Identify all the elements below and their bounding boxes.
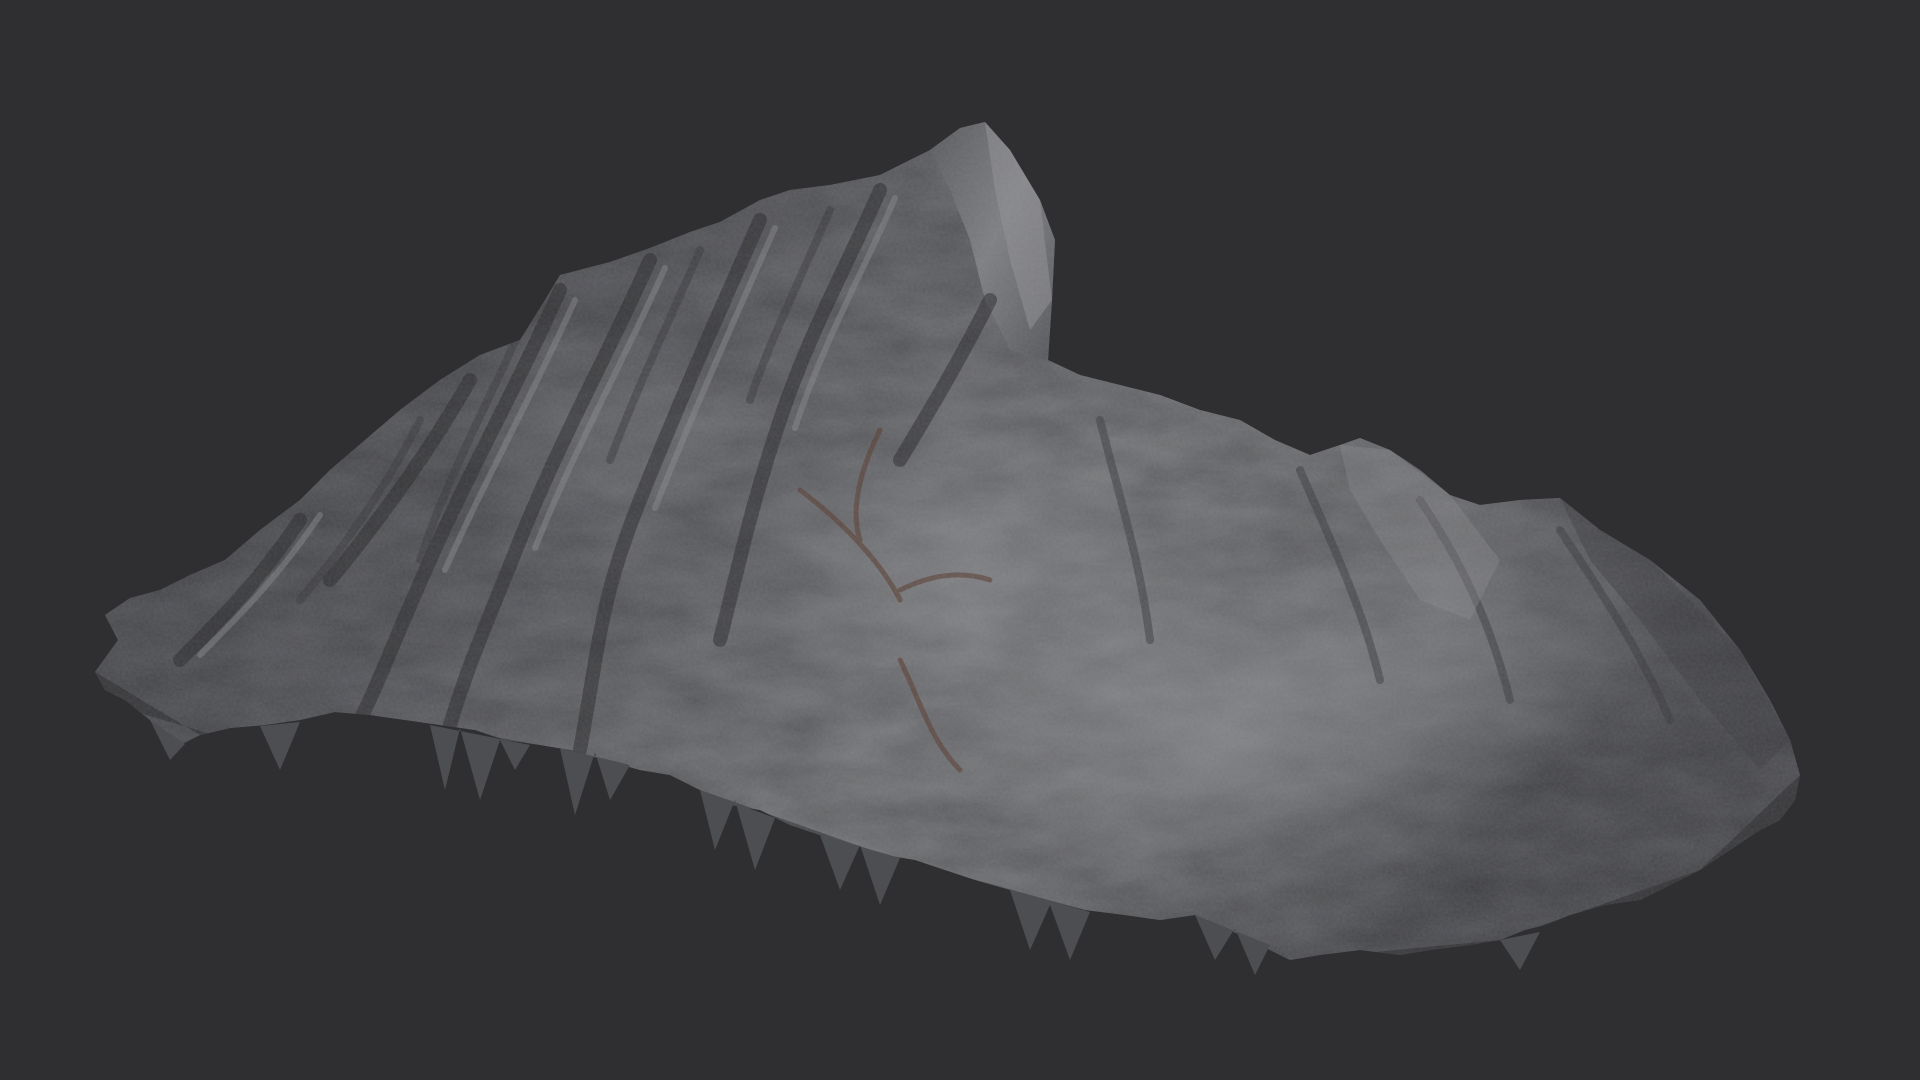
viewport-canvas[interactable]	[0, 0, 1920, 1080]
rock-mesh	[95, 122, 1800, 975]
rock-render	[95, 122, 1800, 975]
